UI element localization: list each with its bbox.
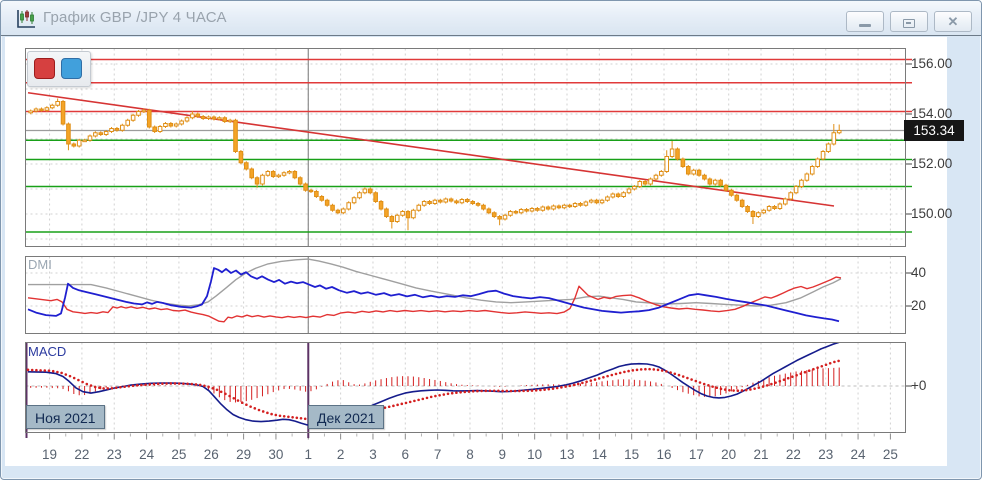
date-axis-label: 15 bbox=[617, 447, 647, 462]
close-icon: ✕ bbox=[935, 12, 971, 31]
chart-legend bbox=[27, 51, 91, 87]
window-title: График GBP /JPY 4 ЧАСА bbox=[43, 9, 227, 26]
title-bar[interactable]: График GBP /JPY 4 ЧАСА ✕ bbox=[1, 1, 981, 36]
date-axis-label: 6 bbox=[390, 447, 420, 462]
month-label-december: Дек 2021 bbox=[308, 405, 384, 429]
date-axis-label: 30 bbox=[261, 447, 291, 462]
date-axis-label: 19 bbox=[35, 447, 65, 462]
date-axis-label: 16 bbox=[649, 447, 679, 462]
price-axis-tick-label: 154.00 bbox=[911, 106, 952, 121]
macd-axis-tick-label: +0 bbox=[911, 378, 926, 393]
date-axis-label: 17 bbox=[681, 447, 711, 462]
date-axis-label: 24 bbox=[132, 447, 162, 462]
last-price-tag: 153.34 bbox=[904, 120, 964, 141]
date-axis-label: 9 bbox=[487, 447, 517, 462]
dmi-axis-tick-label: 40 bbox=[911, 265, 926, 280]
date-axis-label: 8 bbox=[455, 447, 485, 462]
chart-surface[interactable] bbox=[5, 37, 947, 466]
red-series-button[interactable] bbox=[34, 58, 55, 79]
chart-app-icon bbox=[15, 8, 37, 30]
date-axis-label: 14 bbox=[584, 447, 614, 462]
price-axis-tick-label: 150.00 bbox=[911, 206, 952, 221]
date-axis-label: 10 bbox=[520, 447, 550, 462]
dmi-panel-label: DMI bbox=[28, 257, 52, 272]
macd-panel-label: MACD bbox=[28, 344, 66, 359]
date-axis-label: 23 bbox=[99, 447, 129, 462]
month-label-november: Ноя 2021 bbox=[26, 405, 105, 429]
date-axis-label: 23 bbox=[811, 447, 841, 462]
date-axis-label: 1 bbox=[293, 447, 323, 462]
date-axis-label: 21 bbox=[746, 447, 776, 462]
date-axis-label: 22 bbox=[778, 447, 808, 462]
maximize-icon bbox=[903, 19, 915, 28]
date-axis-label: 3 bbox=[358, 447, 388, 462]
chart-window: График GBP /JPY 4 ЧАСА ✕ DMI MACD Ноя 20… bbox=[0, 0, 982, 480]
date-axis-label: 26 bbox=[196, 447, 226, 462]
blue-series-button[interactable] bbox=[61, 58, 82, 79]
close-button[interactable]: ✕ bbox=[934, 11, 972, 32]
date-axis-label: 2 bbox=[326, 447, 356, 462]
maximize-button[interactable] bbox=[890, 11, 928, 32]
dmi-axis-tick-label: 20 bbox=[911, 298, 926, 313]
date-axis-label: 24 bbox=[843, 447, 873, 462]
date-axis-label: 20 bbox=[714, 447, 744, 462]
price-axis-tick-label: 156.00 bbox=[911, 56, 952, 71]
date-axis-label: 25 bbox=[875, 447, 905, 462]
date-axis-label: 29 bbox=[229, 447, 259, 462]
minimize-icon bbox=[859, 24, 871, 27]
price-axis-tick-label: 152.00 bbox=[911, 156, 952, 171]
minimize-button[interactable] bbox=[846, 11, 884, 32]
date-axis-label: 13 bbox=[552, 447, 582, 462]
date-axis-label: 7 bbox=[423, 447, 453, 462]
date-axis-label: 22 bbox=[67, 447, 97, 462]
date-axis-label: 25 bbox=[164, 447, 194, 462]
